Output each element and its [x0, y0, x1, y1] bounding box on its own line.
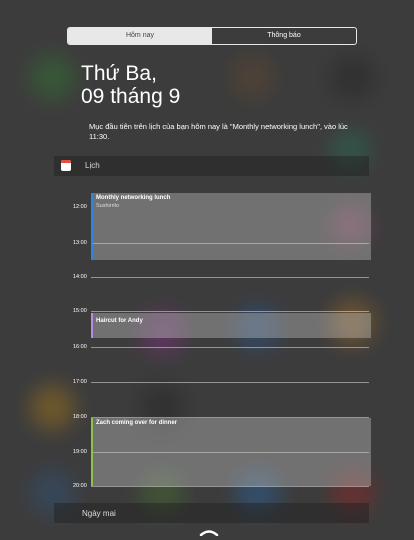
- hour-line: [91, 311, 369, 312]
- hour-line: [91, 277, 369, 278]
- event-monthly-networking-lunch[interactable]: Monthly networking lunch Sushirrito: [91, 193, 371, 260]
- hour-label: 15:00: [73, 308, 87, 314]
- event-haircut-for-andy[interactable]: Haircut for Andy: [91, 313, 371, 338]
- tomorrow-section-header[interactable]: Ngày mai: [54, 503, 369, 523]
- hour-label: 17:00: [73, 379, 87, 385]
- event-title: Monthly networking lunch: [96, 195, 171, 201]
- event-title: Zach coming over for dinner: [96, 420, 178, 426]
- event-location: Sushirrito: [96, 203, 120, 209]
- event-title: Haircut for Andy: [96, 318, 143, 324]
- event-zach-dinner[interactable]: Zach coming over for dinner: [91, 418, 371, 486]
- hour-label: 12:00: [73, 204, 87, 210]
- hour-label: 14:00: [73, 274, 87, 280]
- hour-line: [91, 486, 369, 487]
- hour-line: [91, 382, 369, 383]
- hour-label: 16:00: [73, 344, 87, 350]
- hour-label: 13:00: [73, 240, 87, 246]
- hour-line: [91, 347, 369, 348]
- hour-label: 18:00: [73, 414, 87, 420]
- tomorrow-label: Ngày mai: [82, 509, 116, 518]
- hour-label: 19:00: [73, 449, 87, 455]
- calendar-timeline: 12:00 13:00 14:00 15:00 16:00 17:00 18:0…: [0, 0, 414, 540]
- hour-label: 20:00: [73, 483, 87, 489]
- chevron-up-icon[interactable]: [199, 528, 219, 536]
